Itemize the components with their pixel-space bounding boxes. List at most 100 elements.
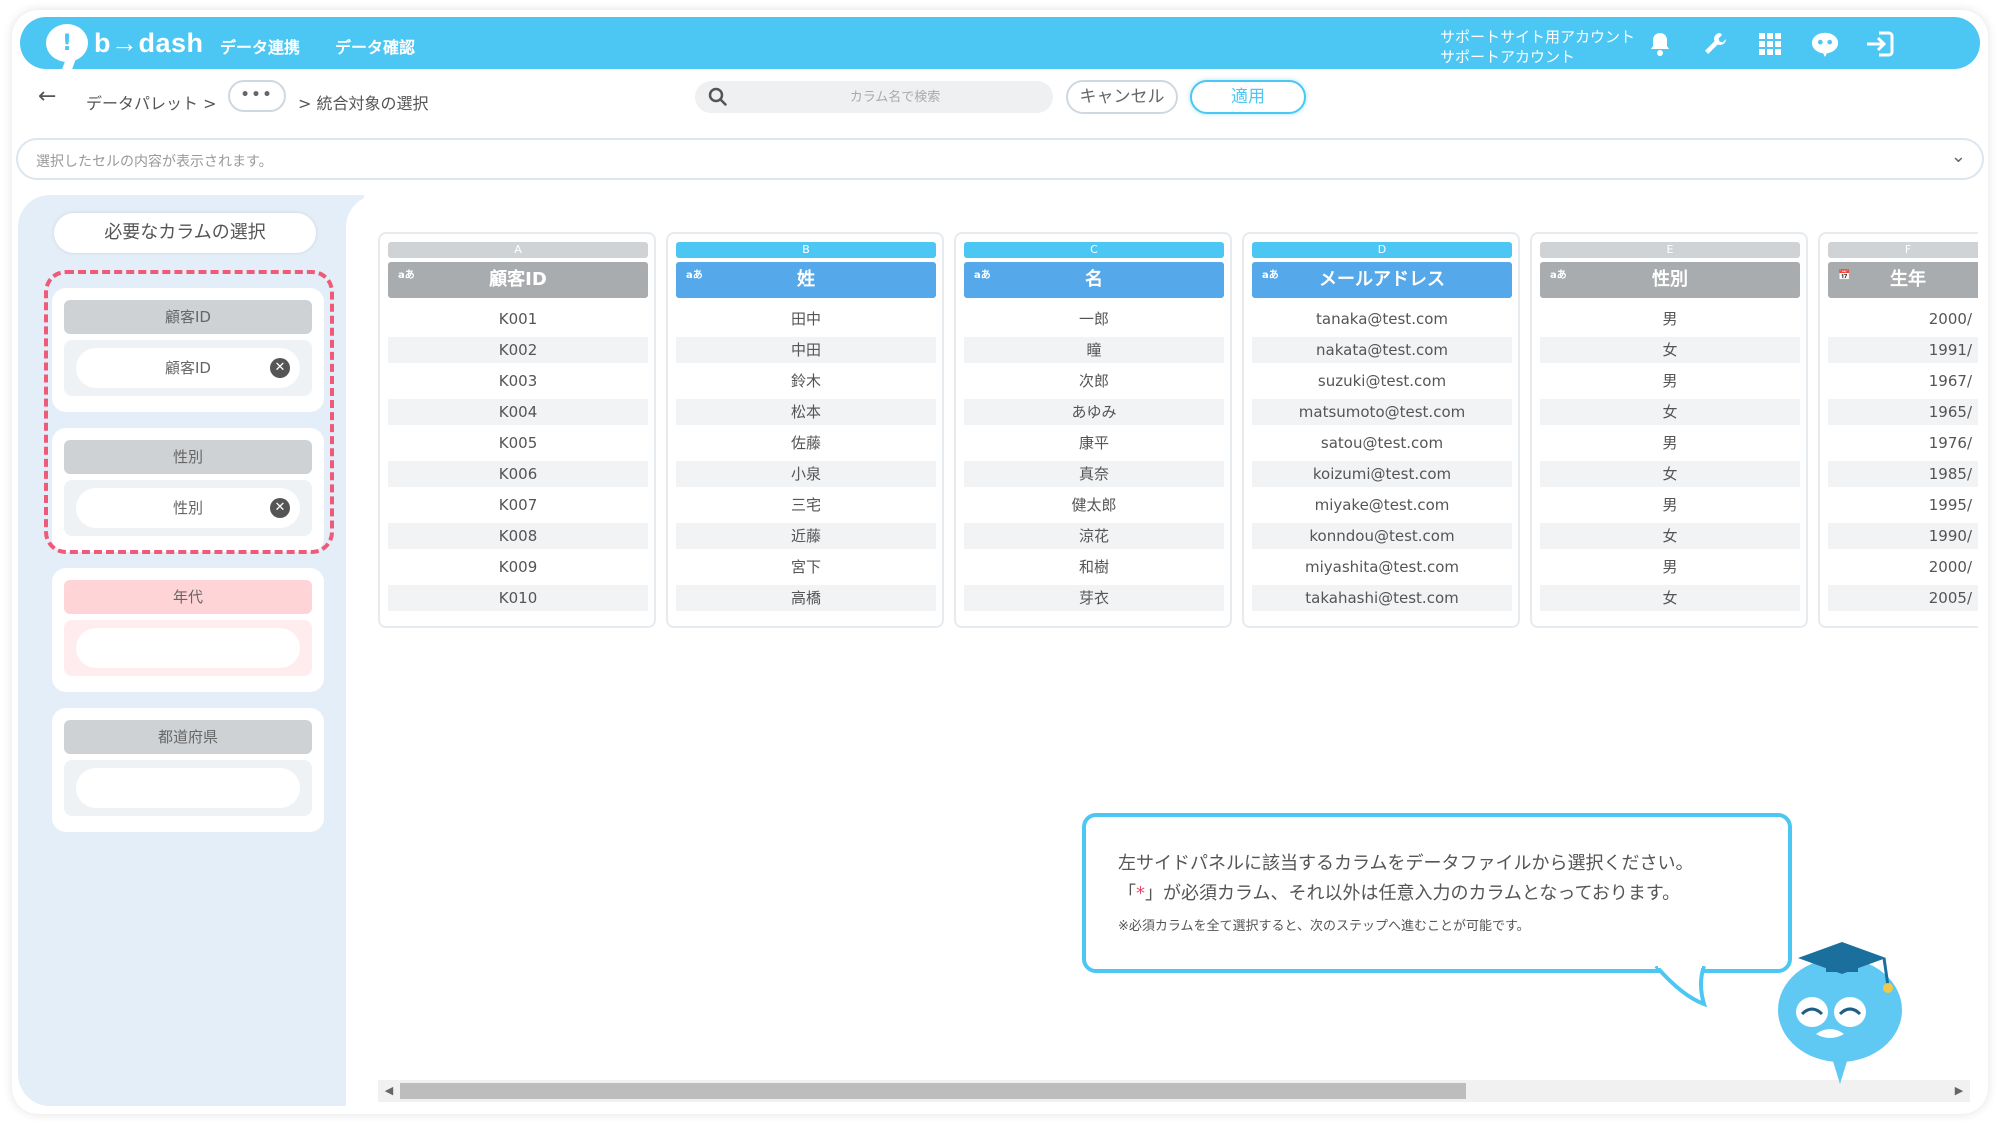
slot-empty-pill[interactable] [76, 768, 300, 808]
logo[interactable]: ! b→dash [46, 23, 204, 63]
data-column[interactable]: Daあ メールアドレス tanaka@test.com nakata@test.com… [1242, 232, 1520, 628]
table-cell[interactable]: 佐藤 [676, 430, 936, 456]
table-cell[interactable]: 鈴木 [676, 368, 936, 394]
table-cell[interactable]: 次郎 [964, 368, 1224, 394]
logout-icon[interactable] [1865, 29, 1895, 59]
table-cell[interactable]: 和樹 [964, 554, 1224, 580]
table-cell[interactable]: miyashita@test.com [1252, 554, 1512, 580]
table-cell[interactable]: 女 [1540, 461, 1800, 487]
apply-button[interactable]: 適用 [1190, 80, 1306, 114]
table-cell[interactable]: 男 [1540, 430, 1800, 456]
column-letter: B [676, 242, 936, 258]
table-cell[interactable]: miyake@test.com [1252, 492, 1512, 518]
table-cell[interactable]: 小泉 [676, 461, 936, 487]
scroll-right-icon[interactable]: ▶ [1950, 1082, 1968, 1100]
column-header[interactable]: aあ 名 [964, 262, 1224, 298]
table-cell[interactable]: 康平 [964, 430, 1224, 456]
table-cell[interactable]: 真奈 [964, 461, 1224, 487]
scroll-left-icon[interactable]: ◀ [380, 1082, 398, 1100]
nav-link-data-integration[interactable]: データ連携 [220, 34, 300, 58]
column-header[interactable]: aあ 姓 [676, 262, 936, 298]
table-cell[interactable]: 中田 [676, 337, 936, 363]
search-input[interactable] [755, 85, 1035, 109]
table-cell[interactable]: 2005/ [1828, 585, 1978, 611]
data-column[interactable]: Caあ 名一郎瞳次郎 あゆみ 康平 真奈 健太郎 涼花 和樹 芽衣 [954, 232, 1232, 628]
table-cell[interactable]: 2000/ [1828, 306, 1978, 332]
table-cell[interactable]: 女 [1540, 585, 1800, 611]
table-cell[interactable]: suzuki@test.com [1252, 368, 1512, 394]
table-cell[interactable]: matsumoto@test.com [1252, 399, 1512, 425]
table-cell[interactable]: 1965/ [1828, 399, 1978, 425]
table-cell[interactable]: 女 [1540, 337, 1800, 363]
cell-content-bar[interactable]: 選択したセルの内容が表示されます。 ⌄ [16, 138, 1984, 180]
table-cell[interactable]: 健太郎 [964, 492, 1224, 518]
table-cell[interactable]: 女 [1540, 399, 1800, 425]
table-cell[interactable]: K002 [388, 337, 648, 363]
column-header[interactable]: 📅 生年 [1828, 262, 1978, 298]
slot-dropzone[interactable] [64, 760, 312, 816]
table-cell[interactable]: 芽衣 [964, 585, 1224, 611]
table-cell[interactable]: K006 [388, 461, 648, 487]
table-cell[interactable]: satou@test.com [1252, 430, 1512, 456]
table-cell[interactable]: konndou@test.com [1252, 523, 1512, 549]
chevron-down-icon[interactable]: ⌄ [1951, 146, 1966, 167]
table-cell[interactable]: K007 [388, 492, 648, 518]
table-cell[interactable]: takahashi@test.com [1252, 585, 1512, 611]
table-cell[interactable]: 男 [1540, 554, 1800, 580]
nav-link-data-check[interactable]: データ確認 [335, 34, 415, 58]
table-cell[interactable]: tanaka@test.com [1252, 306, 1512, 332]
table-cell[interactable]: 田中 [676, 306, 936, 332]
data-column[interactable]: Aaあ 顧客ID K001 K002 K003 K004 K005 K006 K007 K008 K… [378, 232, 656, 628]
scrollbar-thumb[interactable] [400, 1083, 1466, 1099]
table-cell[interactable]: 1967/ [1828, 368, 1978, 394]
table-cell[interactable]: 男 [1540, 492, 1800, 518]
table-cell[interactable]: 三宅 [676, 492, 936, 518]
table-cell[interactable]: nakata@test.com [1252, 337, 1512, 363]
column-header[interactable]: aあ 顧客ID [388, 262, 648, 298]
table-cell[interactable]: 1976/ [1828, 430, 1978, 456]
text-type-icon: aあ [1550, 270, 1567, 281]
table-cell[interactable]: K008 [388, 523, 648, 549]
slot-dropzone[interactable] [64, 620, 312, 676]
bell-icon[interactable] [1645, 29, 1675, 59]
data-column[interactable]: F 📅 生年 2000/1991/1967/1965/1976/1985/1995/1… [1818, 232, 1978, 628]
table-cell[interactable]: K003 [388, 368, 648, 394]
grid-icon[interactable] [1755, 29, 1785, 59]
table-cell[interactable]: あゆみ [964, 399, 1224, 425]
horizontal-scrollbar[interactable]: ◀ ▶ [378, 1080, 1970, 1102]
table-cell[interactable]: koizumi@test.com [1252, 461, 1512, 487]
table-cell[interactable]: 涼花 [964, 523, 1224, 549]
table-cell[interactable]: 男 [1540, 306, 1800, 332]
table-cell[interactable]: 一郎 [964, 306, 1224, 332]
table-cell[interactable]: 1991/ [1828, 337, 1978, 363]
table-cell[interactable]: K001 [388, 306, 648, 332]
column-header[interactable]: aあ メールアドレス [1252, 262, 1512, 298]
table-cell[interactable]: 高橋 [676, 585, 936, 611]
table-cell[interactable]: 2000/ [1828, 554, 1978, 580]
column-header[interactable]: aあ 性別 [1540, 262, 1800, 298]
back-arrow-icon[interactable]: ← [38, 84, 56, 109]
table-cell[interactable]: 1985/ [1828, 461, 1978, 487]
column-search[interactable] [695, 81, 1053, 113]
table-cell[interactable]: K005 [388, 430, 648, 456]
account-info[interactable]: サポートサイト用アカウント サポートアカウント [1440, 27, 1635, 67]
table-cell[interactable]: 女 [1540, 523, 1800, 549]
breadcrumb-root[interactable]: データパレット > [86, 90, 217, 114]
cancel-button[interactable]: キャンセル [1066, 80, 1178, 114]
table-cell[interactable]: 宮下 [676, 554, 936, 580]
table-cell[interactable]: 1995/ [1828, 492, 1978, 518]
breadcrumb-more-button[interactable]: ••• [228, 80, 286, 112]
wrench-icon[interactable] [1700, 29, 1730, 59]
table-cell[interactable]: K010 [388, 585, 648, 611]
table-cell[interactable]: 松本 [676, 399, 936, 425]
mascot-icon[interactable] [1810, 29, 1840, 59]
slot-empty-pill[interactable] [76, 628, 300, 668]
table-cell[interactable]: 瞳 [964, 337, 1224, 363]
table-cell[interactable]: K004 [388, 399, 648, 425]
table-cell[interactable]: K009 [388, 554, 648, 580]
data-column[interactable]: Baあ 姓田中中田鈴木松本佐藤小泉三宅近藤宮下高橋 [666, 232, 944, 628]
table-cell[interactable]: 1990/ [1828, 523, 1978, 549]
table-cell[interactable]: 近藤 [676, 523, 936, 549]
data-column[interactable]: Eaあ 性別男女男女男女男女男女 [1530, 232, 1808, 628]
table-cell[interactable]: 男 [1540, 368, 1800, 394]
